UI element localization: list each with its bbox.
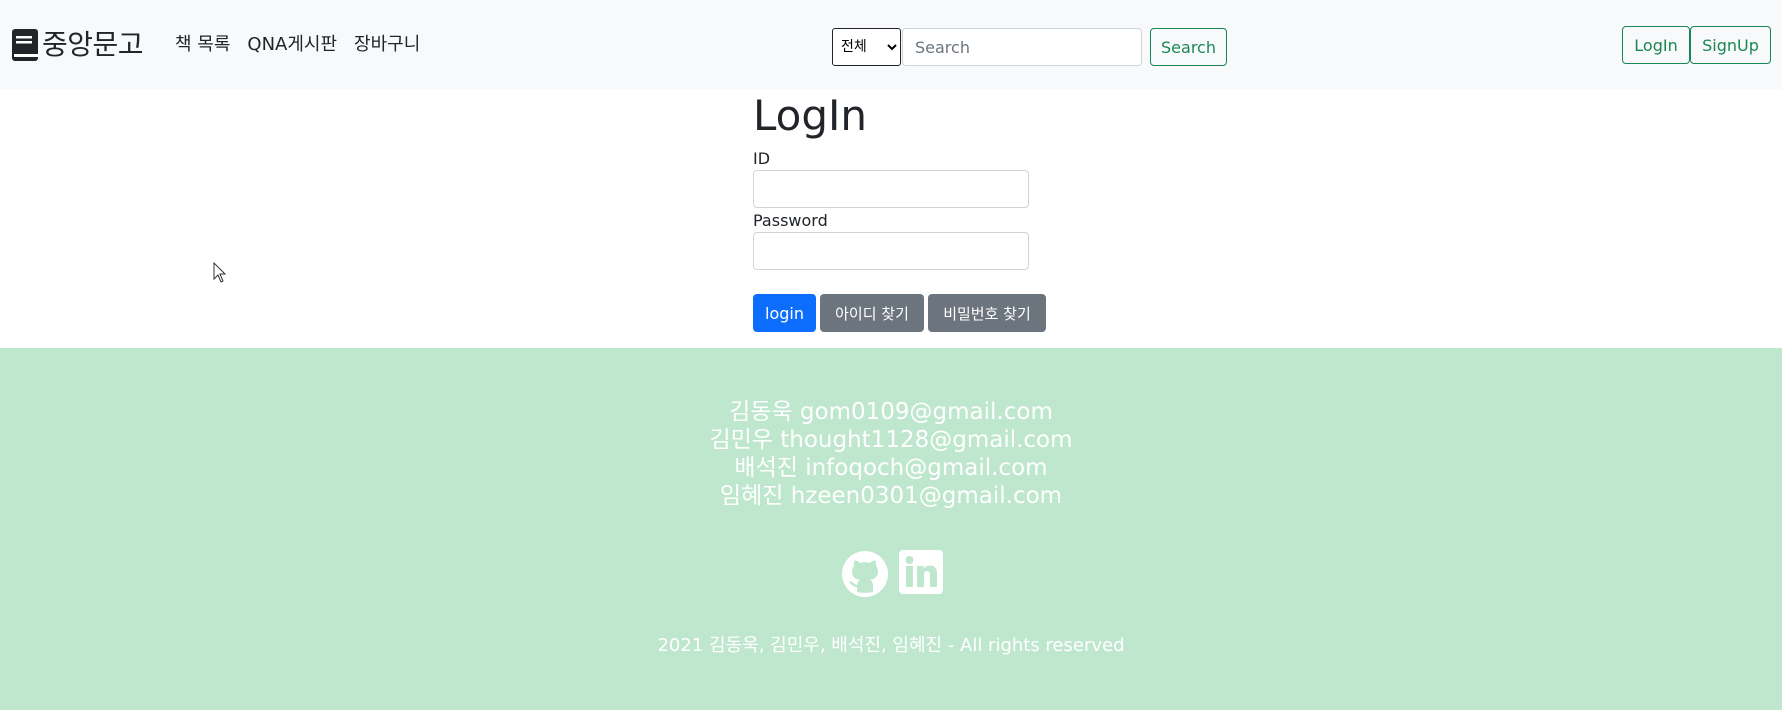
contact-item: 배석진 infoqoch@gmail.com — [734, 455, 1048, 481]
brand-link[interactable]: 중앙문고 — [12, 27, 144, 63]
contact-item: 임혜진 hzeen0301@gmail.com — [719, 483, 1063, 509]
login-button[interactable]: login — [753, 294, 816, 332]
nav-link-cart[interactable]: 장바구니 — [354, 33, 420, 57]
contact-item: 김동욱 gom0109@gmail.com — [729, 399, 1053, 425]
mouse-cursor-icon — [213, 261, 227, 284]
github-icon[interactable] — [841, 550, 889, 598]
brand-name: 중앙문고 — [42, 28, 144, 61]
find-id-button[interactable]: 아이디 찾기 — [820, 294, 924, 332]
nav-login-button[interactable]: LogIn — [1622, 26, 1690, 64]
search-category-select[interactable]: 전체 — [832, 28, 901, 66]
login-form-buttons: login 아이디 찾기 비밀번호 찾기 — [753, 294, 1050, 332]
search-input[interactable] — [902, 28, 1142, 66]
contact-item: 김민우 thought1128@gmail.com — [709, 427, 1073, 453]
copyright-text: 2021 김동욱, 김민우, 배석진, 임혜진 - All rights res… — [657, 635, 1125, 656]
search-button[interactable]: Search — [1150, 28, 1227, 66]
password-label: Password — [753, 211, 828, 230]
find-password-button[interactable]: 비밀번호 찾기 — [928, 294, 1046, 332]
password-input[interactable] — [753, 232, 1029, 270]
nav-link-qna-board[interactable]: QNA게시판 — [247, 33, 337, 57]
contact-list: 김동욱 gom0109@gmail.com 김민우 thought1128@gm… — [0, 398, 1782, 510]
navbar: 중앙문고 책 목록 QNA게시판 장바구니 전체 Search LogIn Si… — [0, 0, 1782, 89]
nav-signup-button[interactable]: SignUp — [1690, 26, 1771, 64]
id-label: ID — [753, 149, 771, 168]
linkedin-icon[interactable] — [897, 550, 945, 598]
book-icon — [12, 29, 40, 61]
nav-links: 책 목록 QNA게시판 장바구니 — [175, 33, 437, 57]
page-title: LogIn — [753, 91, 868, 140]
footer: 김동욱 gom0109@gmail.com 김민우 thought1128@gm… — [0, 348, 1782, 710]
id-input[interactable] — [753, 170, 1029, 208]
social-links — [841, 550, 953, 598]
auth-buttons: LogIn SignUp — [1622, 26, 1771, 64]
search-form: 전체 Search — [832, 28, 1227, 66]
nav-link-book-list[interactable]: 책 목록 — [175, 33, 230, 57]
